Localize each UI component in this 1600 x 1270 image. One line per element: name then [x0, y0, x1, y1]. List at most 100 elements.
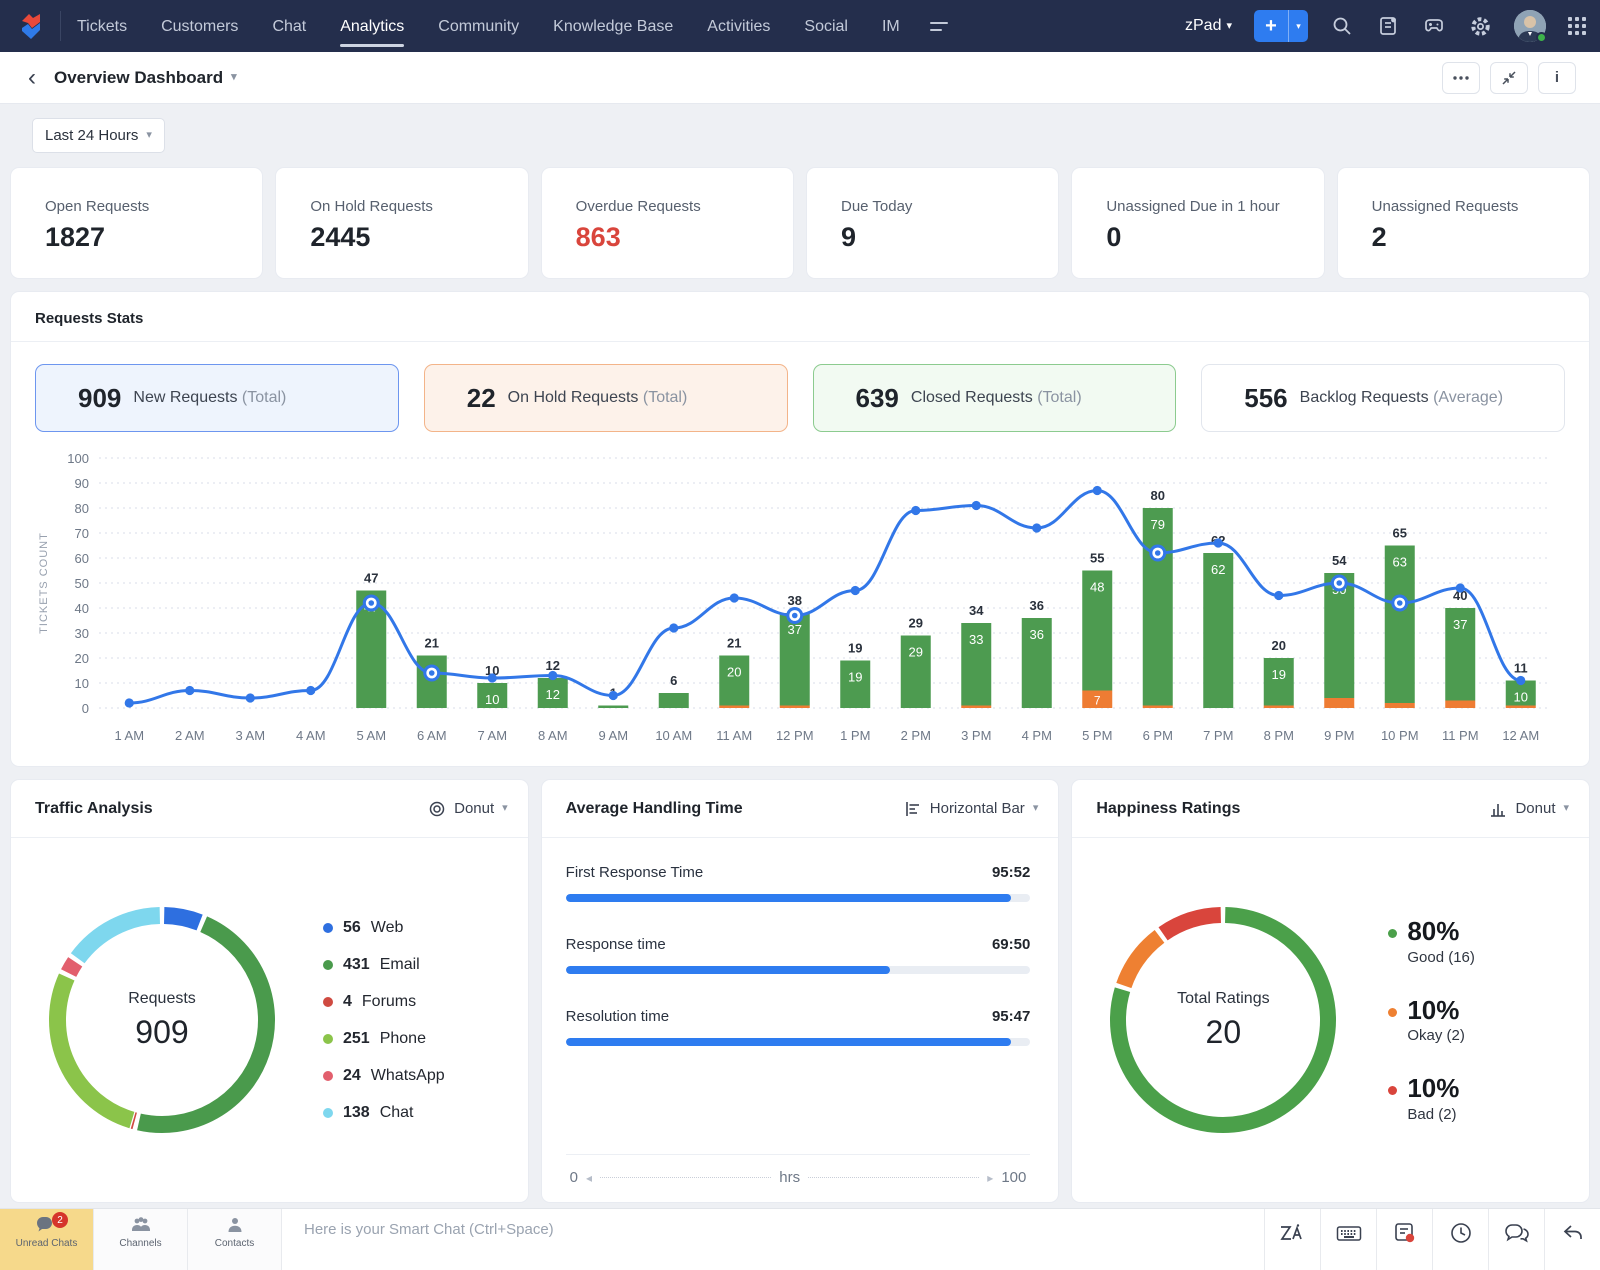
- legend-chat[interactable]: 138 Chat: [323, 1104, 445, 1122]
- nav-item-tickets[interactable]: Tickets: [77, 3, 127, 49]
- kpi-on-hold-requests[interactable]: On Hold Requests 2445: [275, 167, 529, 279]
- requests-stats-card: Requests Stats 909 New Requests (Total) …: [10, 291, 1590, 767]
- time-range-filter[interactable]: Last 24 Hours ▾: [32, 118, 165, 153]
- aht-resolution: Resolution time 95:47: [565, 1008, 1031, 1046]
- legend-web[interactable]: 56 Web: [323, 919, 445, 937]
- svg-text:60: 60: [75, 551, 89, 566]
- app-grid-icon[interactable]: [1568, 17, 1586, 35]
- line-point: [850, 585, 860, 596]
- nav-item-im[interactable]: IM: [882, 3, 900, 49]
- x-axis-label: 1 AM: [114, 728, 144, 743]
- horizontal-bar-icon: [905, 801, 919, 816]
- settings-gear-icon[interactable]: [1468, 14, 1492, 38]
- line-point: [669, 623, 679, 633]
- nav-item-chat[interactable]: Chat: [272, 3, 306, 49]
- nav-item-customers[interactable]: Customers: [161, 3, 238, 49]
- donut-center-label: Total Ratings: [1177, 989, 1270, 1007]
- legend-phone[interactable]: 251 Phone: [323, 1030, 445, 1048]
- search-icon[interactable]: [1330, 14, 1354, 38]
- kpi-due-today[interactable]: Due Today 9: [805, 167, 1060, 279]
- contacts-tab[interactable]: Contacts: [188, 1209, 282, 1270]
- bar-green-label: 29: [909, 645, 923, 660]
- gamescope-icon[interactable]: [1422, 14, 1446, 38]
- legend-good[interactable]: 80% Good (16): [1388, 917, 1475, 966]
- keyboard-icon[interactable]: [1320, 1209, 1376, 1270]
- kpi-unassigned-requests[interactable]: Unassigned Requests 2: [1336, 167, 1590, 279]
- x-axis-label: 8 AM: [538, 728, 568, 743]
- kpi-open-requests[interactable]: Open Requests 1827: [10, 167, 264, 279]
- back-button[interactable]: ‹: [28, 65, 36, 90]
- nav-item-analytics[interactable]: Analytics: [340, 3, 405, 49]
- navbar-right: zPad ▾ + ▾: [1185, 10, 1586, 43]
- svg-text:0: 0: [82, 701, 89, 716]
- workspace-selector[interactable]: zPad ▾: [1185, 17, 1232, 35]
- zoho-desk-logo-icon[interactable]: [14, 9, 48, 43]
- legend-bad[interactable]: 10% Bad (2): [1388, 1074, 1475, 1123]
- kpi-label: On Hold Requests: [310, 198, 433, 215]
- add-dropdown-caret[interactable]: ▾: [1288, 10, 1308, 42]
- legend-email[interactable]: 431 Email: [323, 956, 445, 974]
- zia-assistant-icon[interactable]: [1264, 1209, 1320, 1270]
- pill-on-hold-requests[interactable]: 22 On Hold Requests (Total): [423, 364, 788, 432]
- bar-total-label: 11: [1514, 661, 1528, 676]
- chevron-down-icon: ▾: [146, 129, 152, 141]
- x-axis-label: 10 AM: [655, 728, 692, 743]
- page-title: Overview Dashboard: [54, 67, 224, 87]
- traffic-chart-type-select[interactable]: Donut ▾: [428, 800, 508, 818]
- chat-notes-icon[interactable]: [1376, 1209, 1432, 1270]
- collapse-button[interactable]: [1490, 61, 1528, 94]
- x-axis-label: 6 PM: [1143, 728, 1173, 743]
- channels-tab[interactable]: Channels: [94, 1209, 188, 1270]
- info-button[interactable]: i: [1538, 61, 1576, 94]
- bar-total-label: 65: [1393, 526, 1407, 541]
- aht-response: Response time 69:50: [565, 936, 1031, 974]
- x-axis-label: 12 PM: [776, 728, 814, 743]
- history-clock-icon[interactable]: [1432, 1209, 1488, 1270]
- closed-bar: [1142, 508, 1173, 706]
- kpi-overdue-requests[interactable]: Overdue Requests 863: [540, 167, 794, 279]
- bar-total-label: 55: [1090, 551, 1104, 566]
- bar-green-label: 33: [969, 632, 983, 647]
- svg-text:70: 70: [75, 526, 89, 541]
- release-notes-icon[interactable]: [1376, 14, 1400, 38]
- reply-icon[interactable]: [1544, 1209, 1600, 1270]
- dashboard-title-dropdown[interactable]: Overview Dashboard ▾: [54, 68, 237, 88]
- more-options-button[interactable]: [1442, 61, 1480, 94]
- donut-center-label: Requests: [128, 989, 196, 1007]
- happiness-chart-type-select[interactable]: Donut ▾: [1489, 800, 1569, 818]
- onhold-bar: [1142, 705, 1173, 708]
- donut-center-value: 20: [1205, 1013, 1242, 1050]
- conversations-icon[interactable]: [1488, 1209, 1544, 1270]
- x-axis-label: 11 PM: [1442, 728, 1479, 743]
- kpi-value: 9: [840, 222, 857, 252]
- x-axis-label: 3 PM: [961, 728, 991, 743]
- more-menu-icon[interactable]: [929, 21, 948, 31]
- smart-chat-bar: 2 Unread Chats Channels Contacts: [0, 1208, 1600, 1270]
- pill-backlog-requests[interactable]: 556 Backlog Requests (Average): [1201, 364, 1565, 432]
- requests-stats-chart-wrap: 0102030405060708090100TICKETS COUNT47472…: [11, 432, 1589, 766]
- pill-label: New Requests (Total): [133, 389, 287, 406]
- pill-closed-requests[interactable]: 639 Closed Requests (Total): [812, 364, 1177, 432]
- pill-new-requests[interactable]: 909 New Requests (Total): [35, 364, 399, 432]
- add-button[interactable]: + ▾: [1254, 10, 1308, 42]
- unread-chats-tab[interactable]: 2 Unread Chats: [0, 1209, 94, 1270]
- nav-item-activities[interactable]: Activities: [707, 3, 770, 49]
- nav-item-community[interactable]: Community: [438, 3, 519, 49]
- onhold-bar: [1263, 705, 1294, 708]
- legend-whatsapp[interactable]: 24 WhatsApp: [323, 1067, 445, 1085]
- bar-total-label: 21: [425, 636, 439, 651]
- kpi-label: Unassigned Requests: [1371, 198, 1519, 215]
- traffic-analysis-panel: Traffic Analysis Donut ▾ Requests 909 56 W…: [10, 779, 529, 1203]
- line-point: [245, 693, 255, 703]
- nav-item-knowledge-base[interactable]: Knowledge Base: [553, 3, 673, 49]
- kpi-unassigned-due-1-hour[interactable]: Unassigned Due in 1 hour 0: [1071, 167, 1325, 279]
- user-avatar[interactable]: [1514, 10, 1547, 43]
- bar-green-label: 37: [1453, 617, 1467, 632]
- x-axis-label: 4 AM: [296, 728, 326, 743]
- closed-bar: [416, 655, 447, 708]
- legend-forums[interactable]: 4 Forums: [323, 993, 445, 1011]
- legend-okay[interactable]: 10% Okay (2): [1388, 996, 1475, 1044]
- nav-item-social[interactable]: Social: [804, 3, 848, 49]
- smart-chat-input[interactable]: [304, 1221, 1216, 1238]
- aht-chart-type-select[interactable]: Horizontal Bar ▾: [904, 800, 1038, 818]
